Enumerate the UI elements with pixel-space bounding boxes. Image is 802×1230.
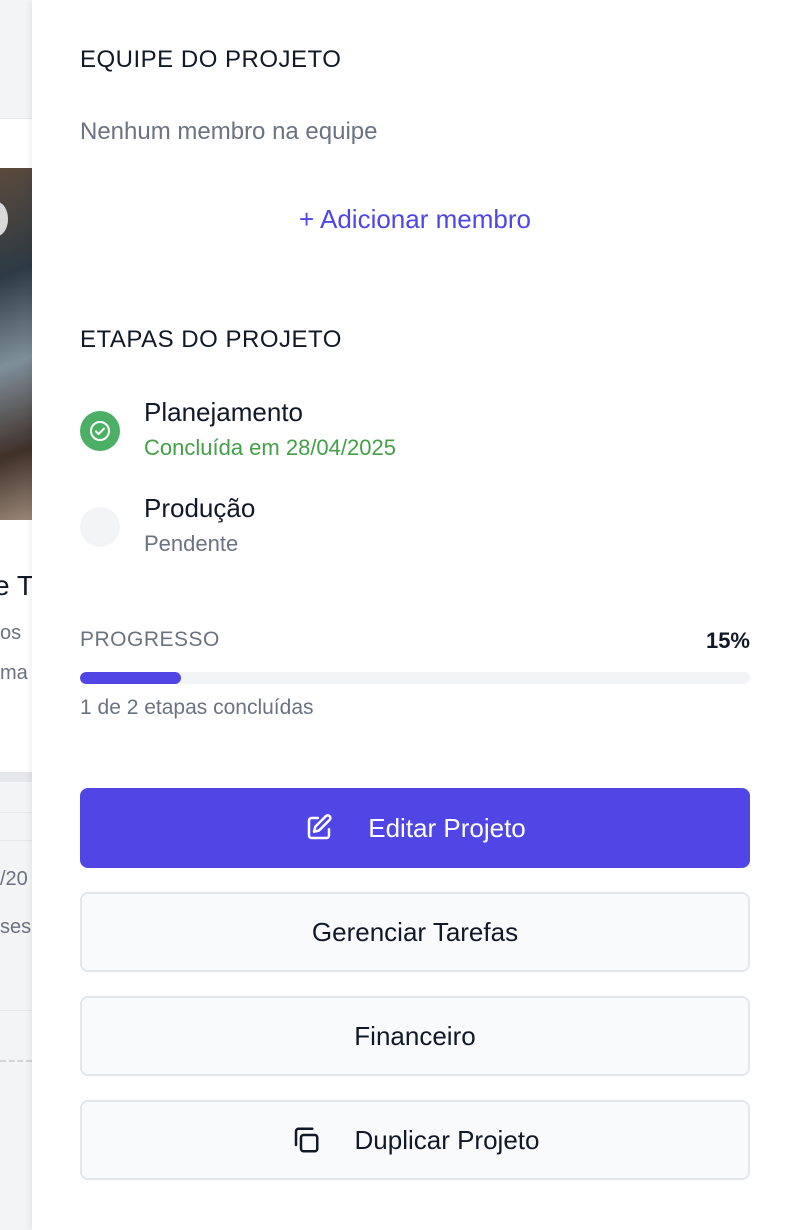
financial-label: Financeiro	[354, 1020, 476, 1051]
background-dashed-line	[0, 1060, 32, 1062]
progress-percent: 15%	[705, 628, 750, 653]
stage-item-producao: Produção Pendente	[80, 493, 750, 573]
progress-caption: 1 de 2 etapas concluídas	[80, 696, 314, 719]
background-project-title: e T	[0, 570, 32, 601]
stage-status: Pendente	[144, 531, 239, 556]
project-details-panel: EQUIPE DO PROJETO Nenhum membro na equip…	[32, 0, 802, 1230]
background-divider	[0, 840, 32, 841]
stage-item-planejamento: Planejamento Concluída em 28/04/2025	[80, 397, 750, 477]
duplicate-project-button[interactable]: Duplicar Projeto	[80, 1100, 750, 1180]
background-divider	[0, 1010, 32, 1011]
background-text-line: /20	[0, 868, 28, 890]
background-divider-bar	[0, 772, 32, 782]
background-divider	[0, 812, 32, 813]
add-member-button[interactable]: + Adicionar membro	[80, 204, 750, 235]
manage-tasks-label: Gerenciar Tarefas	[311, 916, 519, 947]
edit-project-label: Editar Projeto	[368, 812, 526, 843]
progress-label: PROGRESSO	[80, 628, 220, 651]
progress-header: PROGRESSO 15%	[80, 628, 750, 656]
team-empty-text: Nenhum membro na equipe	[80, 118, 378, 145]
progress-bar-fill	[80, 672, 181, 684]
pending-circle-icon	[80, 507, 120, 547]
stage-name: Planejamento	[144, 397, 303, 427]
stage-name: Produção	[144, 493, 256, 523]
background-text-line: ma	[0, 662, 28, 684]
manage-tasks-button[interactable]: Gerenciar Tarefas	[80, 892, 750, 972]
stage-status: Concluída em 28/04/2025	[144, 435, 396, 460]
financial-button[interactable]: Financeiro	[80, 996, 750, 1076]
background-project-image	[0, 168, 32, 520]
copy-icon	[291, 1125, 321, 1155]
background-avatar	[0, 202, 8, 236]
edit-project-button[interactable]: Editar Projeto	[80, 788, 750, 868]
background-text-line: ses	[0, 916, 32, 938]
duplicate-project-label: Duplicar Projeto	[354, 1124, 540, 1155]
check-circle-icon	[80, 411, 120, 451]
edit-square-icon	[304, 813, 334, 843]
team-section-title: EQUIPE DO PROJETO	[80, 46, 342, 73]
stages-section-title: ETAPAS DO PROJETO	[80, 326, 342, 353]
progress-bar	[80, 672, 750, 684]
background-text-line: os	[0, 622, 22, 644]
background-page: e T os ma /20 ses	[0, 0, 32, 1230]
